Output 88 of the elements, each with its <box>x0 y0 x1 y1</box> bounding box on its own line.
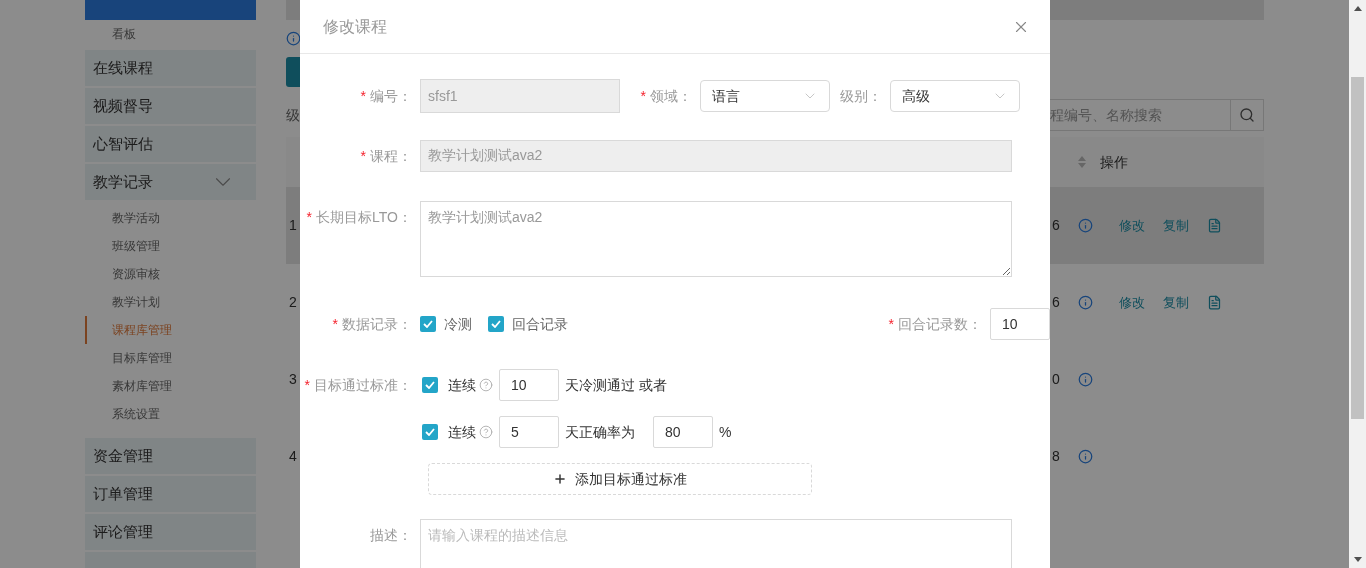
action-link[interactable]: 修改 <box>1119 292 1145 313</box>
filter-label: 级 <box>286 105 300 125</box>
checkbox[interactable] <box>488 316 504 332</box>
scrollbar[interactable] <box>1349 0 1366 568</box>
rule-text: 天冷测通过 或者 <box>565 375 667 395</box>
nav-item[interactable]: 教学记录 <box>85 164 256 200</box>
field-label: 回合记录数： <box>898 314 982 334</box>
nav-subitem[interactable]: 资源审核 <box>85 260 256 288</box>
table-cell-text: 6 <box>1052 216 1061 235</box>
required-mark: * <box>304 375 310 395</box>
nav-subitem[interactable]: 目标库管理 <box>85 344 256 372</box>
required-mark: * <box>306 208 313 227</box>
check-icon <box>425 381 435 389</box>
info-icon[interactable] <box>1078 295 1093 310</box>
table-cell-text: 0 <box>1052 370 1061 389</box>
rule-label: 连续 <box>448 375 476 395</box>
scroll-up-icon[interactable] <box>1353 6 1362 11</box>
table-cell-text: 4 <box>288 447 298 466</box>
table-cell-text: 3 <box>288 370 298 389</box>
check-icon <box>491 320 501 328</box>
required-mark: * <box>360 146 366 166</box>
info-icon[interactable] <box>1078 449 1093 464</box>
required-mark: * <box>332 314 338 334</box>
domain-select[interactable]: 语言 <box>700 80 830 112</box>
info-icon[interactable] <box>1078 372 1093 387</box>
nav-item[interactable]: 在线课程 <box>85 50 256 86</box>
table-cell-text: 1 <box>288 216 298 235</box>
scrollbar-thumb[interactable] <box>1351 77 1364 419</box>
sort-icon <box>1078 156 1086 168</box>
field-label: 级别： <box>840 86 882 106</box>
table-cell-text: 6 <box>1052 293 1061 312</box>
rule-label: 连续 <box>448 422 476 442</box>
column-header: 操作 <box>1100 152 1129 172</box>
nav-subitem[interactable]: 教学计划 <box>85 288 256 316</box>
table-cell-text: 2 <box>288 293 298 312</box>
field-label: 描述： <box>370 526 412 545</box>
nav-item[interactable]: 订单管理 <box>85 476 256 512</box>
lto-textarea[interactable]: 教学计划测试ava2 <box>420 201 1012 277</box>
checkbox[interactable] <box>422 424 438 440</box>
checkbox-label: 回合记录 <box>512 314 568 334</box>
nav-subitem[interactable]: 班级管理 <box>85 232 256 260</box>
checkbox[interactable] <box>422 377 438 393</box>
required-mark: * <box>360 86 366 106</box>
nav-item[interactable]: 视频督导 <box>85 88 256 124</box>
nav-item[interactable]: 资金管理 <box>85 438 256 474</box>
plus-icon <box>553 472 567 486</box>
info-icon[interactable] <box>1078 218 1093 233</box>
rule-text: 天正确率为 <box>565 422 635 442</box>
field-label: 编号： <box>370 86 412 106</box>
table-cell-text: 8 <box>1052 447 1061 466</box>
action-link[interactable]: 复制 <box>1163 292 1189 313</box>
action-link[interactable]: 复制 <box>1163 215 1189 236</box>
number-field[interactable]: 10 <box>499 369 559 401</box>
field-label: 数据记录： <box>342 314 412 334</box>
field-label: 目标通过标准： <box>314 375 412 395</box>
check-icon <box>425 428 435 436</box>
check-icon <box>423 320 433 328</box>
document-icon[interactable] <box>1207 218 1222 233</box>
field-label: 领域： <box>650 86 692 106</box>
number-field[interactable]: 10 <box>990 308 1050 340</box>
nav-item[interactable]: 评论管理 <box>85 514 256 550</box>
search-icon <box>1239 107 1255 123</box>
dialog-title: 修改课程 <box>323 16 387 37</box>
field-label: 长期目标LTO： <box>316 208 412 227</box>
nav-subitem[interactable]: 教学活动 <box>85 204 256 232</box>
checkbox[interactable] <box>420 316 436 332</box>
nav-subitem[interactable]: 看板 <box>85 20 256 48</box>
number-field[interactable]: 5 <box>499 416 559 448</box>
nav-item[interactable]: 心智评估 <box>85 126 256 162</box>
grade-select[interactable]: 高级 <box>890 80 1020 112</box>
scroll-down-icon[interactable] <box>1353 557 1362 562</box>
required-mark: * <box>888 314 894 334</box>
unit-label: % <box>719 422 732 442</box>
required-mark: * <box>640 86 646 106</box>
add-criteria-button[interactable]: 添加目标通过标准 <box>428 463 812 495</box>
field-label: 课程： <box>370 146 412 166</box>
search-button[interactable] <box>1231 99 1264 131</box>
help-icon <box>479 425 493 439</box>
nav-subitem[interactable]: 课程库管理 <box>85 316 256 344</box>
help-icon <box>479 378 493 392</box>
nav-subitem[interactable]: 素材库管理 <box>85 372 256 400</box>
info-icon <box>286 31 301 46</box>
document-icon[interactable] <box>1207 295 1222 310</box>
checkbox-label: 冷测 <box>444 314 472 334</box>
number-field[interactable]: 80 <box>653 416 713 448</box>
action-link[interactable]: 修改 <box>1119 215 1145 236</box>
description-textarea[interactable]: 请输入课程的描述信息 <box>420 519 1012 568</box>
nav-subitem[interactable]: 系统设置 <box>85 400 256 428</box>
